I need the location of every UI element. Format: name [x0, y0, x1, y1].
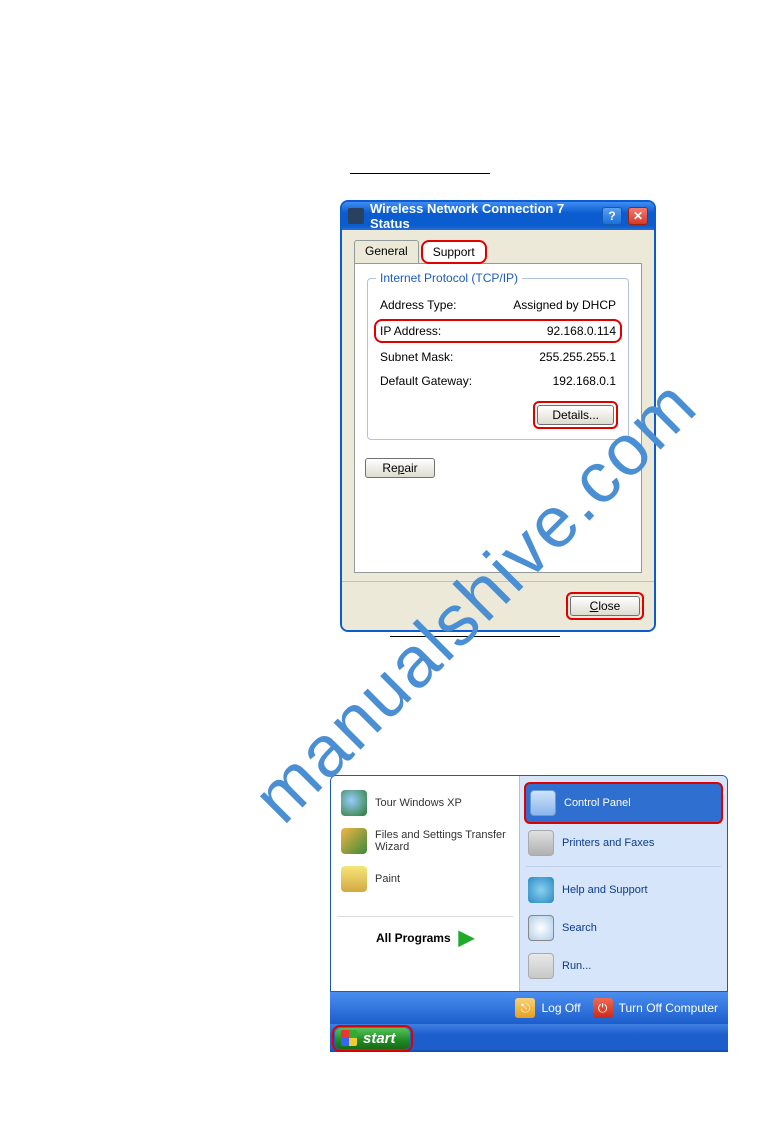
tcpip-groupbox: Internet Protocol (TCP/IP) Address Type:… — [367, 278, 629, 440]
logoff-label: Log Off — [541, 1001, 580, 1015]
help-label: Help and Support — [562, 884, 719, 896]
arrow-right-icon: ▶ — [459, 925, 474, 950]
tab-support[interactable]: Support — [421, 240, 487, 264]
start-menu: Tour Windows XP Files and Settings Trans… — [330, 775, 728, 992]
paint-label: Paint — [375, 873, 509, 885]
start-menu-footer: ⎋ Log Off ⏻ Turn Off Computer — [330, 992, 728, 1024]
start-menu-area: Tour Windows XP Files and Settings Trans… — [330, 775, 728, 1052]
dialog-title: Wireless Network Connection 7 Status — [370, 201, 596, 231]
ip-label: IP Address: — [380, 324, 441, 338]
menu-item-help[interactable]: Help and Support — [524, 871, 723, 909]
paint-icon — [341, 866, 367, 892]
start-label: start — [363, 1030, 396, 1047]
transfer-label: Files and Settings Transfer Wizard — [375, 829, 509, 853]
control-panel-icon — [530, 790, 556, 816]
repair-label: Repair — [382, 461, 417, 475]
logoff-button[interactable]: ⎋ Log Off — [515, 998, 580, 1018]
row-ip-address: IP Address: 92.168.0.114 — [374, 319, 622, 343]
menu-item-tour[interactable]: Tour Windows XP — [337, 784, 513, 822]
divider-line — [350, 173, 490, 174]
printer-icon — [528, 830, 554, 856]
all-programs-button[interactable]: All Programs ▶ — [337, 916, 513, 950]
connection-icon — [348, 208, 364, 224]
tab-support-label: Support — [433, 245, 475, 259]
row-default-gateway: Default Gateway: 192.168.0.1 — [378, 369, 618, 393]
help-button[interactable]: ? — [602, 207, 622, 225]
printers-label: Printers and Faxes — [562, 837, 719, 849]
menu-separator — [526, 866, 721, 867]
start-button-highlight: start — [332, 1025, 413, 1052]
close-label: Close — [590, 599, 621, 613]
all-programs-label: All Programs — [376, 931, 451, 945]
gw-label: Default Gateway: — [380, 374, 472, 388]
help-icon — [528, 877, 554, 903]
details-highlight: Details... — [533, 401, 618, 429]
divider-line-2 — [390, 636, 560, 637]
turn-off-button[interactable]: ⏻ Turn Off Computer — [593, 998, 718, 1018]
tabstrip: General Support — [354, 240, 642, 264]
mask-value: 255.255.255.1 — [539, 350, 616, 364]
dialog-footer: Close — [342, 581, 654, 630]
run-label: Run... — [562, 960, 719, 972]
tab-general[interactable]: General — [354, 240, 419, 264]
search-label: Search — [562, 922, 719, 934]
titlebar-close-button[interactable]: ✕ — [628, 207, 648, 225]
start-menu-left-panel: Tour Windows XP Files and Settings Trans… — [331, 776, 519, 991]
dialog-body: General Support Internet Protocol (TCP/I… — [342, 230, 654, 581]
search-icon — [528, 915, 554, 941]
transfer-icon — [341, 828, 367, 854]
row-address-type: Address Type: Assigned by DHCP — [378, 293, 618, 317]
gw-value: 192.168.0.1 — [553, 374, 616, 388]
menu-item-printers[interactable]: Printers and Faxes — [524, 824, 723, 862]
menu-item-transfer-wizard[interactable]: Files and Settings Transfer Wizard — [337, 822, 513, 860]
start-menu-right-panel: Control Panel Printers and Faxes Help an… — [519, 776, 727, 991]
groupbox-legend: Internet Protocol (TCP/IP) — [376, 271, 522, 285]
row-subnet-mask: Subnet Mask: 255.255.255.1 — [378, 345, 618, 369]
control-panel-label: Control Panel — [564, 797, 717, 809]
taskbar[interactable]: start — [330, 1024, 728, 1052]
support-tab-panel: Internet Protocol (TCP/IP) Address Type:… — [354, 263, 642, 573]
dialog-titlebar[interactable]: Wireless Network Connection 7 Status ? ✕ — [342, 202, 654, 230]
ip-value: 92.168.0.114 — [547, 324, 616, 338]
tour-label: Tour Windows XP — [375, 797, 509, 809]
menu-item-paint[interactable]: Paint — [337, 860, 513, 898]
windows-flag-icon — [341, 1030, 357, 1046]
addr-type-label: Address Type: — [380, 298, 457, 312]
details-button[interactable]: Details... — [537, 405, 614, 425]
close-button[interactable]: Close — [570, 596, 640, 616]
addr-type-value: Assigned by DHCP — [513, 298, 616, 312]
logoff-icon: ⎋ — [515, 998, 535, 1018]
menu-item-search[interactable]: Search — [524, 909, 723, 947]
close-highlight: Close — [566, 592, 644, 620]
power-icon: ⏻ — [593, 998, 613, 1018]
repair-button[interactable]: Repair — [365, 458, 435, 478]
start-button[interactable]: start — [335, 1028, 410, 1049]
globe-icon — [341, 790, 367, 816]
mask-label: Subnet Mask: — [380, 350, 453, 364]
status-dialog: Wireless Network Connection 7 Status ? ✕… — [340, 200, 656, 632]
menu-item-control-panel[interactable]: Control Panel — [524, 782, 723, 824]
menu-item-run[interactable]: Run... — [524, 947, 723, 985]
turnoff-label: Turn Off Computer — [619, 1001, 718, 1015]
run-icon — [528, 953, 554, 979]
